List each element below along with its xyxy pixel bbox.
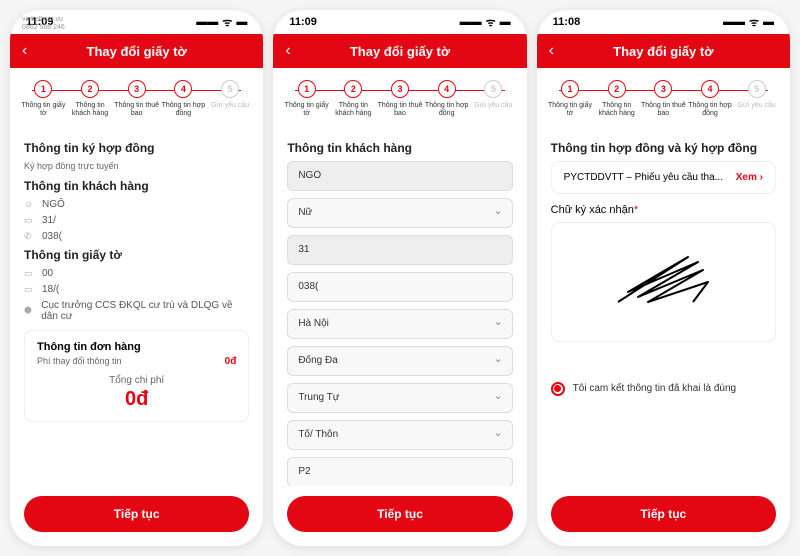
village-field[interactable]: [287, 420, 512, 450]
doc-issuer: Cục trưởng CCS ĐKQL cư trú và DLQG về dâ…: [41, 300, 249, 322]
phone-field[interactable]: [287, 272, 512, 302]
continue-button[interactable]: Tiếp tục: [24, 496, 249, 532]
doc-id: 00: [42, 268, 53, 279]
consent-label: Tôi cam kết thông tin đã khai là đúng: [573, 383, 736, 394]
battery-icon: ▬: [500, 16, 511, 28]
signal-icon: ▬▬: [460, 16, 482, 28]
step-5[interactable]: 5: [748, 80, 766, 98]
order-fee-price: 0đ: [225, 356, 237, 367]
step-1[interactable]: 1: [34, 80, 52, 98]
page-title: Thay đổi giấy tờ: [613, 44, 713, 59]
signal-icon: ▬▬: [196, 16, 218, 28]
wifi-icon: ᯤ: [222, 15, 232, 30]
back-icon[interactable]: ‹: [22, 42, 27, 60]
customer-name: NGÔ: [42, 199, 65, 210]
step-1[interactable]: 1: [298, 80, 316, 98]
step-4[interactable]: 4: [701, 80, 719, 98]
view-link[interactable]: Xem ›: [736, 172, 763, 183]
page-title: Thay đổi giấy tờ: [87, 44, 187, 59]
person-icon: ☺: [24, 199, 34, 209]
section-contract: Thông tin hợp đồng và ký hợp đồng: [551, 141, 776, 155]
consent-checkbox[interactable]: [551, 382, 565, 396]
order-card: Thông tin đơn hàng Phí thay đổi thông ti…: [24, 330, 249, 422]
signature-drawing: [598, 242, 728, 322]
continue-button[interactable]: Tiếp tục: [287, 496, 512, 532]
building-icon: ⬢: [24, 305, 33, 316]
status-bar: 11:08 ▬▬ ᯤ ▬: [537, 10, 790, 34]
stepper: 1Thông tin giấy tờ 2Thông tin khách hàng…: [273, 68, 526, 127]
city-field[interactable]: [287, 309, 512, 339]
back-icon[interactable]: ‹: [549, 42, 554, 60]
status-bar: 11:09 ▬▬ ᯤ ▬: [273, 10, 526, 34]
step-5[interactable]: 5: [221, 80, 239, 98]
battery-icon: ▬: [763, 16, 774, 28]
continue-button[interactable]: Tiếp tục: [551, 496, 776, 532]
section-document: Thông tin giấy tờ: [24, 248, 249, 262]
district-field[interactable]: [287, 346, 512, 376]
calendar-icon: ▭: [24, 215, 34, 226]
step-1[interactable]: 1: [561, 80, 579, 98]
doc-date: 18/(: [42, 284, 59, 295]
contract-sign-sub: Ký hợp đồng trực tuyến: [24, 161, 249, 171]
dob-field[interactable]: [287, 235, 512, 265]
order-fee-label: Phí thay đổi thông tin: [37, 356, 122, 366]
header: ‹ Thay đổi giấy tờ: [537, 34, 790, 68]
section-contract-sign: Thông tin ký hợp đồng: [24, 141, 249, 155]
contract-name: PYCTDDVTT – Phiếu yêu cầu tha...: [564, 172, 723, 183]
id-icon: ▭: [24, 268, 34, 279]
step-2[interactable]: 2: [81, 80, 99, 98]
watermark: viettelhcm.vu 0862 588 246: [22, 16, 65, 33]
step-5[interactable]: 5: [484, 80, 502, 98]
status-time: 11:09: [289, 16, 317, 28]
header: ‹ Thay đổi giấy tờ: [10, 34, 263, 68]
gender-field[interactable]: [287, 198, 512, 228]
step-3[interactable]: 3: [654, 80, 672, 98]
status-time: 11:08: [553, 16, 581, 28]
customer-dob: 31/: [42, 215, 56, 226]
section-customer: Thông tin khách hàng: [24, 179, 249, 193]
page-title: Thay đổi giấy tờ: [350, 44, 450, 59]
signal-icon: ▬▬: [723, 16, 745, 28]
signature-label: Chữ ký xác nhận*: [551, 204, 776, 216]
calendar-icon: ▭: [24, 284, 34, 295]
wifi-icon: ᯤ: [486, 15, 496, 30]
name-field[interactable]: [287, 161, 512, 191]
customer-phone: 038(: [42, 231, 62, 242]
step-2[interactable]: 2: [344, 80, 362, 98]
order-title: Thông tin đơn hàng: [37, 341, 236, 353]
address-field[interactable]: [287, 457, 512, 486]
contract-item[interactable]: PYCTDDVTT – Phiếu yêu cầu tha... Xem ›: [551, 161, 776, 194]
step-3[interactable]: 3: [128, 80, 146, 98]
header: ‹ Thay đổi giấy tờ: [273, 34, 526, 68]
step-4[interactable]: 4: [174, 80, 192, 98]
step-2[interactable]: 2: [608, 80, 626, 98]
signature-pad[interactable]: [551, 222, 776, 342]
total-price: 0đ: [37, 388, 236, 411]
battery-icon: ▬: [236, 16, 247, 28]
stepper: 1Thông tin giấy tờ 2Thông tin khách hàng…: [537, 68, 790, 127]
phone-icon: ✆: [24, 231, 34, 242]
wifi-icon: ᯤ: [749, 15, 759, 30]
section-customer: Thông tin khách hàng: [287, 141, 512, 155]
total-label: Tổng chi phí: [37, 375, 236, 386]
consent-checkbox-row[interactable]: Tôi cam kết thông tin đã khai là đúng: [551, 382, 776, 396]
step-3[interactable]: 3: [391, 80, 409, 98]
back-icon[interactable]: ‹: [285, 42, 290, 60]
stepper: 1Thông tin giấy tờ 2Thông tin khách hàng…: [10, 68, 263, 127]
step-4[interactable]: 4: [438, 80, 456, 98]
ward-field[interactable]: [287, 383, 512, 413]
